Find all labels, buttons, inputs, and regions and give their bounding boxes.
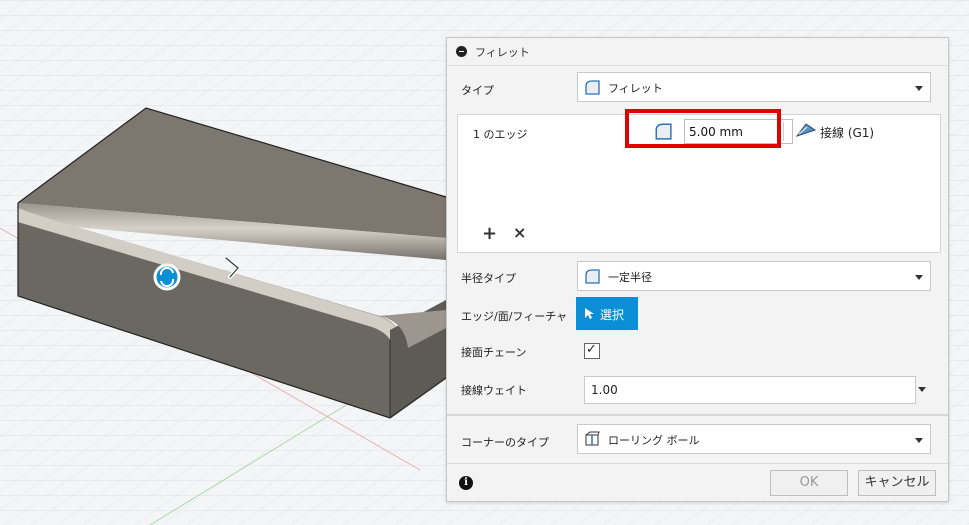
rolling-ball-icon bbox=[585, 431, 600, 446]
corner-type-label: コーナーのタイプ bbox=[461, 436, 549, 449]
type-label: タイプ bbox=[461, 84, 494, 97]
fillet-dialog: フィレット タイプ フィレット 1 のエッジ 5.00 mm 接線 (G1) +… bbox=[446, 37, 949, 502]
info-icon[interactable]: i bbox=[459, 476, 473, 490]
caret-down-icon[interactable] bbox=[918, 387, 926, 392]
remove-edge-button[interactable]: × bbox=[513, 223, 526, 242]
fillet-shape-icon bbox=[585, 269, 600, 284]
tangent-weight-value: 1.00 bbox=[591, 383, 618, 397]
footer-divider bbox=[447, 463, 948, 464]
select-button[interactable]: 選択 bbox=[576, 297, 638, 330]
collapse-icon[interactable] bbox=[456, 46, 467, 57]
dialog-titlebar[interactable]: フィレット bbox=[447, 38, 948, 66]
dialog-title: フィレット bbox=[475, 46, 530, 59]
radius-type-select[interactable]: 一定半径 bbox=[577, 261, 931, 291]
type-value: フィレット bbox=[608, 82, 663, 95]
cancel-button[interactable]: キャンセル bbox=[858, 470, 936, 496]
tangent-weight-label: 接線ウェイト bbox=[461, 384, 527, 397]
corner-type-value: ローリング ボール bbox=[608, 434, 700, 447]
input-separator bbox=[783, 122, 784, 141]
radius-type-label: 半径タイプ bbox=[461, 272, 516, 285]
edge-count: 1 のエッジ bbox=[473, 128, 528, 141]
edge-face-feature-label: エッジ/面/フィーチャ bbox=[461, 310, 568, 323]
caret-down-icon[interactable] bbox=[915, 86, 923, 91]
cursor-icon bbox=[585, 308, 594, 319]
tangent-icon[interactable] bbox=[796, 121, 816, 139]
radius-type-value: 一定半径 bbox=[608, 271, 652, 284]
caret-down-icon[interactable] bbox=[915, 275, 923, 280]
tangent-chain-checkbox[interactable]: ✓ bbox=[584, 342, 600, 359]
section-divider bbox=[447, 414, 948, 416]
tangent-weight-input[interactable]: 1.00 bbox=[584, 376, 916, 404]
fillet-shape-icon bbox=[585, 80, 600, 95]
caret-down-icon[interactable] bbox=[915, 438, 923, 443]
checkmark-icon: ✓ bbox=[586, 342, 597, 357]
highlight-box bbox=[625, 109, 781, 148]
tangent-chain-label: 接面チェーン bbox=[461, 346, 527, 359]
rotate-handle-icon[interactable] bbox=[153, 263, 181, 291]
corner-type-select[interactable]: ローリング ボール bbox=[577, 424, 931, 454]
select-button-label: 選択 bbox=[600, 308, 625, 322]
add-edge-button[interactable]: + bbox=[482, 223, 497, 244]
ok-button[interactable]: OK bbox=[770, 470, 848, 496]
tangent-label[interactable]: 接線 (G1) bbox=[820, 124, 874, 141]
type-select[interactable]: フィレット bbox=[577, 72, 931, 102]
